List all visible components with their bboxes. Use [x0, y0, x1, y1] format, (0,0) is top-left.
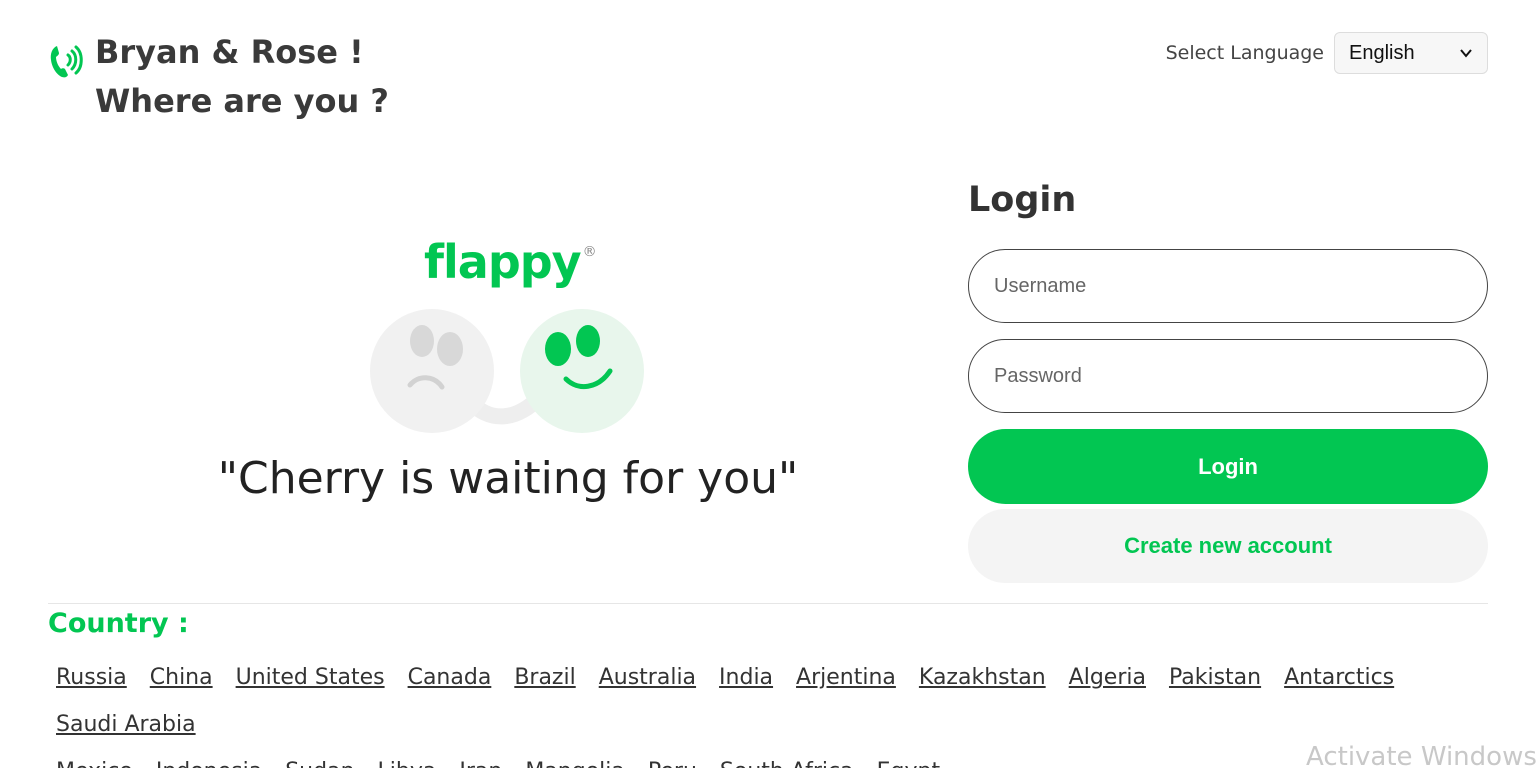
login-button[interactable]: Login [968, 429, 1488, 504]
username-field [968, 249, 1488, 323]
country-link[interactable]: India [719, 665, 773, 690]
country-link[interactable]: United States [236, 665, 385, 690]
tagline: "Cherry is waiting for you" [217, 453, 799, 504]
sad-face-icon [370, 309, 494, 433]
divider [48, 603, 1488, 604]
country-link[interactable]: Indonesia [156, 759, 262, 768]
phone-ringing-icon[interactable] [48, 40, 88, 84]
country-link[interactable]: Saudi Arabia [56, 712, 196, 737]
language-selector: Select Language English [1166, 32, 1488, 74]
language-dropdown[interactable]: English [1334, 32, 1488, 74]
country-link[interactable]: China [150, 665, 213, 690]
login-title: Login [968, 180, 1077, 220]
language-selected-value: English [1349, 41, 1415, 64]
country-link[interactable]: Australia [599, 665, 696, 690]
site-title-line1: Bryan & Rose ! [95, 33, 364, 71]
country-list: Russia China United States Canada Brazil… [56, 654, 1456, 768]
username-input[interactable] [994, 274, 1462, 298]
country-link[interactable]: Peru [648, 759, 697, 768]
country-link[interactable]: Iran [459, 759, 502, 768]
create-account-button[interactable]: Create new account [968, 509, 1488, 583]
country-link[interactable]: Mexico [56, 759, 133, 768]
country-title: Country : [48, 608, 189, 639]
country-link[interactable]: Brazil [514, 665, 575, 690]
faces-illustration [370, 309, 644, 433]
country-link[interactable]: Canada [408, 665, 492, 690]
password-field [968, 339, 1488, 413]
country-link[interactable]: Libya [378, 759, 437, 768]
password-input[interactable] [994, 364, 1462, 388]
country-link[interactable]: Sudan [285, 759, 354, 768]
brand-name: flappy [424, 235, 582, 289]
country-link[interactable]: Russia [56, 665, 127, 690]
windows-activation-watermark: Activate Windows [1306, 742, 1536, 768]
hero: flappy ® "Cherry is waiting for you" [48, 235, 968, 535]
login-panel: Login Login Create new account [968, 180, 1488, 583]
country-link[interactable]: Mangolia [525, 759, 625, 768]
registered-mark: ® [582, 243, 597, 260]
country-link[interactable]: Kazakhstan [919, 665, 1046, 690]
country-link[interactable]: Antarctics [1284, 665, 1394, 690]
country-link[interactable]: South Africa [720, 759, 854, 768]
site-title: Bryan & Rose ! Where are you ? [95, 28, 389, 126]
country-link[interactable]: Arjentina [796, 665, 896, 690]
country-link[interactable]: Egypt [877, 759, 940, 768]
country-link[interactable]: Algeria [1069, 665, 1146, 690]
brand-logo: flappy ® [424, 235, 597, 289]
language-label: Select Language [1165, 42, 1324, 64]
country-link[interactable]: Pakistan [1169, 665, 1261, 690]
site-title-line2: Where are you ? [95, 82, 389, 120]
chevron-down-icon [1460, 49, 1472, 58]
